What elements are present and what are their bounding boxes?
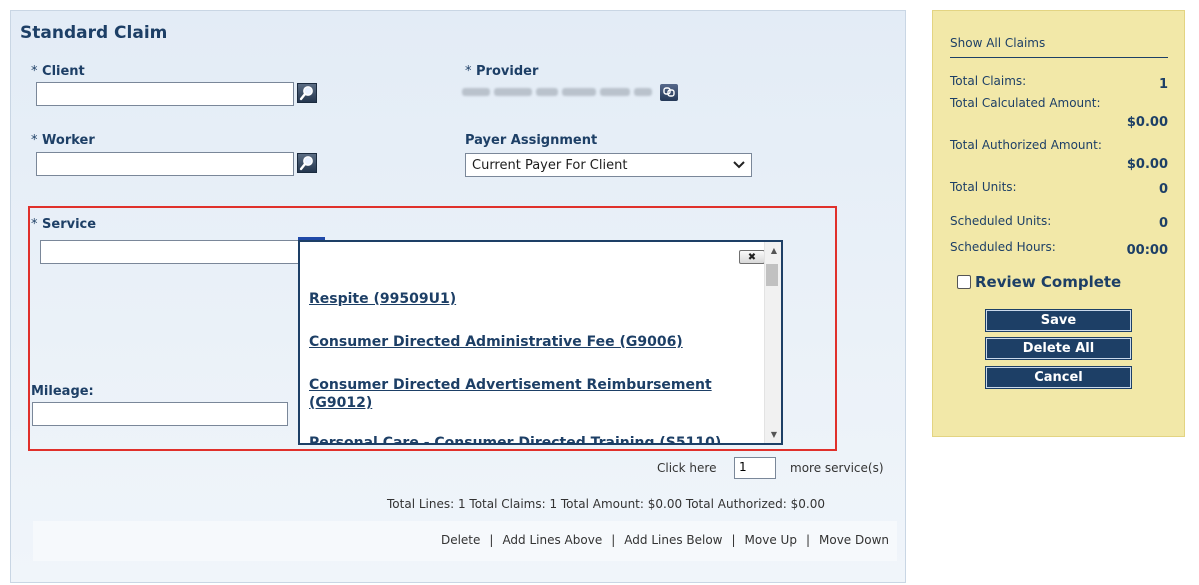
save-button[interactable]: Save — [985, 309, 1132, 332]
page-title: Standard Claim — [20, 23, 168, 43]
move-up-link[interactable]: Move Up — [745, 533, 797, 547]
show-all-claims-link[interactable]: Show All Claims — [950, 36, 1045, 50]
total-claims-label: Total Claims: — [950, 74, 1027, 88]
worker-label: * Worker — [31, 133, 95, 148]
service-option[interactable]: Consumer Directed Administrative Fee (G9… — [309, 333, 749, 351]
divider — [950, 57, 1168, 58]
scheduled-units-label: Scheduled Units: — [950, 214, 1052, 228]
redacted-text — [494, 88, 532, 96]
redacted-text — [634, 88, 652, 96]
client-input[interactable] — [36, 82, 294, 106]
total-units-value: 0 — [1158, 182, 1168, 197]
total-units-label: Total Units: — [950, 180, 1017, 194]
separator: | — [611, 533, 616, 547]
payer-assignment-select[interactable]: Current Payer For Client — [465, 153, 752, 177]
service-input[interactable] — [40, 240, 299, 264]
scheduled-units-value: 0 — [1158, 216, 1168, 231]
scrollbar-thumb[interactable] — [766, 264, 778, 286]
delete-all-button[interactable]: Delete All — [985, 337, 1132, 360]
service-option[interactable]: Consumer Directed Advertisement Reimburs… — [309, 376, 749, 412]
provider-label-text: Provider — [476, 64, 539, 79]
dropdown-scrollbar[interactable]: ▲ ▼ — [764, 242, 781, 443]
redacted-text — [462, 88, 490, 96]
add-lines-below-link[interactable]: Add Lines Below — [624, 533, 722, 547]
service-option[interactable]: Personal Care - Consumer Directed Traini… — [309, 434, 749, 443]
redacted-text — [600, 88, 630, 96]
click-here-link[interactable]: Click here — [657, 461, 716, 475]
worker-label-text: Worker — [42, 133, 95, 148]
required-mark: * — [31, 133, 38, 148]
line-actions: Delete | Add Lines Above | Add Lines Bel… — [441, 533, 889, 547]
review-complete-checkbox[interactable] — [957, 275, 971, 289]
service-option[interactable]: Respite (99509U1) — [309, 290, 749, 308]
total-calculated-label: Total Calculated Amount: — [950, 96, 1101, 110]
total-calculated-value: $0.00 — [1126, 115, 1168, 130]
required-mark: * — [465, 64, 472, 79]
client-lookup-button[interactable] — [297, 83, 317, 103]
close-icon[interactable]: ✖ — [739, 250, 765, 264]
worker-input[interactable] — [36, 152, 294, 176]
review-complete-row[interactable]: Review Complete — [957, 273, 1121, 291]
client-label: * Client — [31, 64, 85, 79]
payer-selected-value: Current Payer For Client — [472, 157, 628, 173]
mileage-label: Mileage: — [31, 384, 94, 399]
scroll-down-arrow[interactable]: ▼ — [771, 430, 777, 439]
separator: | — [731, 533, 736, 547]
delete-link[interactable]: Delete — [441, 533, 480, 547]
service-label: * Service — [31, 217, 96, 232]
claim-panel: Standard Claim * Client * Provider * Wor… — [10, 10, 906, 583]
service-label-text: Service — [42, 217, 97, 232]
required-mark: * — [31, 217, 38, 232]
provider-value-redacted — [462, 82, 717, 102]
chevron-down-icon — [733, 161, 745, 169]
line-actions-bar: Delete | Add Lines Above | Add Lines Bel… — [33, 521, 897, 561]
separator: | — [489, 533, 494, 547]
claim-totals-text: Total Lines: 1 Total Claims: 1 Total Amo… — [387, 497, 825, 511]
claim-summary-panel: Show All Claims Total Claims: 1 Total Ca… — [932, 10, 1185, 437]
move-down-link[interactable]: Move Down — [819, 533, 889, 547]
scheduled-hours-value: 00:00 — [1126, 243, 1168, 258]
scheduled-hours-label: Scheduled Hours: — [950, 240, 1056, 254]
provider-label: * Provider — [465, 64, 538, 79]
total-claims-value: 1 — [1158, 77, 1168, 92]
cancel-button[interactable]: Cancel — [985, 366, 1132, 389]
client-label-text: Client — [42, 64, 85, 79]
scroll-up-arrow[interactable]: ▲ — [771, 246, 777, 255]
provider-link-icon[interactable] — [660, 83, 678, 101]
payer-assignment-label: Payer Assignment — [465, 133, 598, 148]
add-lines-above-link[interactable]: Add Lines Above — [502, 533, 602, 547]
review-complete-label: Review Complete — [975, 273, 1122, 291]
separator: | — [805, 533, 810, 547]
total-authorized-label: Total Authorized Amount: — [950, 138, 1102, 152]
service-suggestions-dropdown: ✖ Respite (99509U1) Consumer Directed Ad… — [298, 240, 783, 445]
worker-lookup-button[interactable] — [297, 153, 317, 173]
redacted-text — [562, 88, 596, 96]
more-services-label: more service(s) — [790, 461, 884, 475]
more-services-count-input[interactable]: 1 — [734, 457, 776, 479]
total-authorized-value: $0.00 — [1126, 157, 1168, 172]
magnifier-icon — [299, 156, 313, 171]
required-mark: * — [31, 64, 38, 79]
magnifier-icon — [299, 86, 313, 101]
mileage-input[interactable] — [32, 402, 288, 426]
redacted-text — [536, 88, 558, 96]
